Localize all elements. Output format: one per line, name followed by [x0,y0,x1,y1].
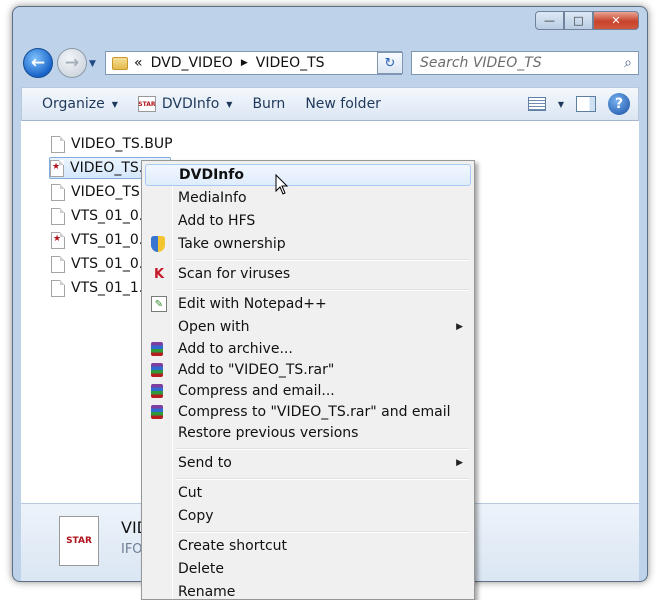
menu-separator [175,531,469,533]
menu-separator [175,259,469,261]
menu-item-label: Edit with Notepad++ [178,296,327,312]
menu-item-label: Rename [178,584,236,600]
file-item[interactable]: VIDEO_TS.BUP [51,133,173,155]
menu-item-label: Add to "VIDEO_TS.rar" [178,362,335,378]
document-icon [51,135,65,153]
maximize-button[interactable]: □ [564,11,593,30]
search-icon[interactable]: ⌕ [624,52,632,74]
menu-item-delete[interactable]: Delete [145,558,471,580]
menu-item-add-to-archive[interactable]: Add to archive... [145,338,471,360]
winrar-icon [151,363,163,377]
menu-item-cut[interactable]: Cut [145,482,471,504]
new-folder-button[interactable]: New folder [305,96,381,112]
close-button[interactable]: ✕ [593,11,639,30]
refresh-button[interactable]: ↻ [377,52,403,74]
menu-item-label: Send to [178,455,232,471]
search-placeholder: Search VIDEO_TS [420,55,542,71]
mouse-pointer-icon [275,174,289,195]
breadcrumb-dvd-video[interactable]: DVD_VIDEO [151,55,233,71]
menu-item-edit-with-notepad[interactable]: ✎ Edit with Notepad++ [145,293,471,315]
menu-separator [175,289,469,291]
menu-separator [175,478,469,480]
menu-item-label: Compress to "VIDEO_TS.rar" and email [178,404,451,420]
document-icon [51,279,65,297]
menu-item-label: Compress and email... [178,383,335,399]
menu-item-compress-and-email[interactable]: Compress and email... [145,380,471,402]
breadcrumb-overflow[interactable]: « [134,55,143,71]
view-options-dropdown[interactable]: ▼ [558,100,564,109]
help-icon[interactable]: ? [608,93,630,115]
menu-item-label: Add to HFS [178,213,256,229]
menu-item-restore-previous-versions[interactable]: Restore previous versions [145,422,471,444]
navigation-bar: ← → ▼ « DVD_VIDEO ▶ VIDEO_TS ▼ ↻ Search … [13,43,647,83]
menu-item-scan-for-viruses[interactable]: K Scan for viruses [145,263,471,285]
window-controls: — □ ✕ [535,11,639,30]
menu-item-label: Open with [178,319,250,335]
forward-button[interactable]: → [57,48,87,78]
back-button[interactable]: ← [23,48,53,78]
menu-item-label: DVDInfo [179,167,244,183]
document-icon [51,255,65,273]
document-icon [51,207,65,225]
uac-shield-icon [151,236,165,252]
menu-item-label: Copy [178,508,214,524]
menu-item-dvdinfo[interactable]: DVDInfo [145,164,471,186]
organize-menu-button[interactable]: Organize ▼ [42,96,118,112]
menu-item-mediainfo[interactable]: MediaInfo [145,187,471,209]
minimize-button[interactable]: — [535,11,564,30]
menu-item-label: Restore previous versions [178,425,359,441]
menu-item-compress-to-rar-and-email[interactable]: Compress to "VIDEO_TS.rar" and email [145,401,471,423]
menu-item-add-to-hfs[interactable]: Add to HFS [145,210,471,232]
winrar-icon [151,405,163,419]
winrar-icon [151,384,163,398]
breadcrumb-video-ts[interactable]: VIDEO_TS [256,55,325,71]
address-bar[interactable]: « DVD_VIDEO ▶ VIDEO_TS ▼ [105,51,402,75]
notepad-plus-plus-icon: ✎ [151,296,167,312]
chevron-down-icon: ▼ [226,99,233,109]
menu-item-send-to[interactable]: Send to ▶ [145,452,471,474]
preview-pane-icon[interactable] [576,96,596,112]
ifo-file-icon [50,159,64,177]
menu-item-take-ownership[interactable]: Take ownership [145,233,471,255]
menu-item-label: Create shortcut [178,538,288,554]
folder-icon [112,56,128,70]
context-menu: DVDInfo MediaInfo Add to HFS Take owners… [141,160,475,600]
dvdinfo-logo-icon: STAR [137,96,156,112]
kaspersky-icon: K [153,266,165,282]
change-view-icon[interactable] [528,97,546,111]
menu-item-label: Cut [178,485,203,501]
chevron-down-icon: ▼ [111,99,118,109]
ifo-file-icon [51,231,65,249]
organize-label: Organize [42,96,105,112]
search-input[interactable]: Search VIDEO_TS ⌕ [411,51,639,75]
menu-item-create-shortcut[interactable]: Create shortcut [145,535,471,557]
menu-item-rename[interactable]: Rename [145,581,471,600]
winrar-icon [151,342,163,356]
dvdinfo-label: DVDInfo [161,96,220,112]
command-bar: Organize ▼ STAR DVDInfo ▼ Burn New folde… [21,87,639,121]
menu-item-label: Take ownership [178,236,286,252]
document-icon [51,183,65,201]
menu-item-label: Add to archive... [178,341,293,357]
menu-item-label: MediaInfo [178,190,247,206]
dvdinfo-button[interactable]: STAR DVDInfo ▼ [137,96,233,112]
menu-item-open-with[interactable]: Open with ▶ [145,316,471,338]
menu-item-add-to-rar[interactable]: Add to "VIDEO_TS.rar" [145,359,471,381]
burn-button[interactable]: Burn [252,96,285,112]
submenu-arrow-icon: ▶ [456,458,463,468]
recent-pages-dropdown[interactable]: ▼ [89,59,96,69]
file-name: VIDEO_TS.BUP [71,136,173,152]
dvdinfo-file-thumbnail-icon: STAR [59,516,99,566]
menu-item-label: Scan for viruses [178,266,291,282]
breadcrumb-separator-icon[interactable]: ▶ [241,58,248,68]
submenu-arrow-icon: ▶ [456,322,463,332]
menu-item-copy[interactable]: Copy [145,505,471,527]
menu-item-label: Delete [178,561,224,577]
menu-separator [175,448,469,450]
